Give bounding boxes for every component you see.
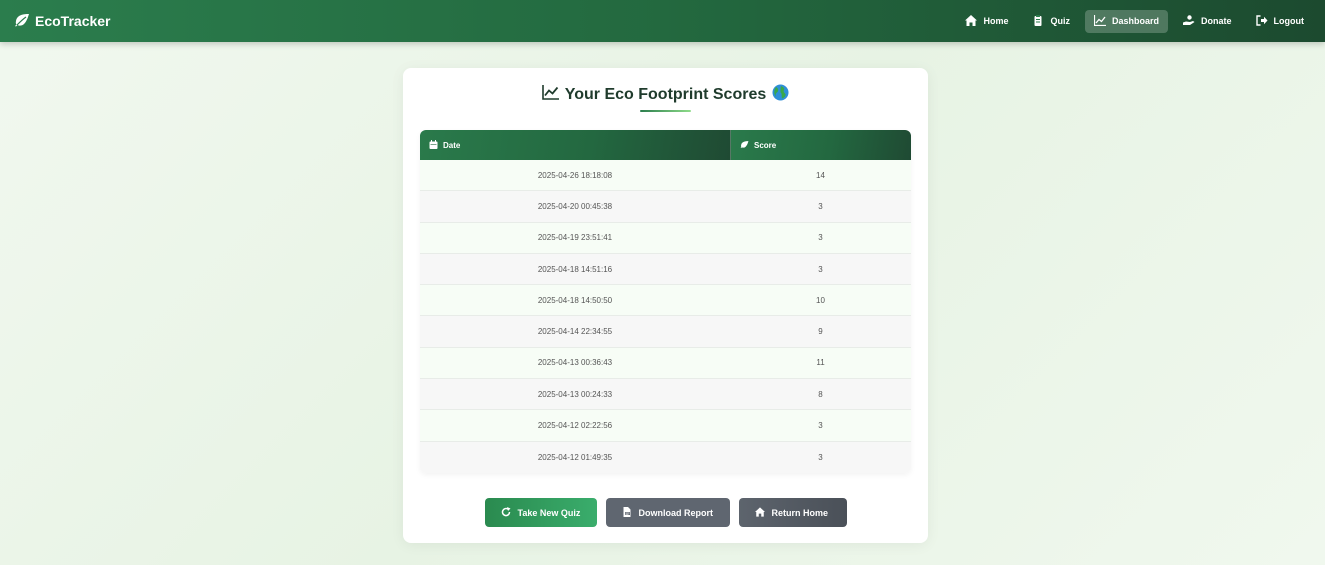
page-title-text: Your Eco Footprint Scores (564, 86, 767, 103)
nav-item-quiz[interactable]: Quiz (1023, 10, 1079, 33)
column-header-score: Score (730, 130, 911, 160)
nav-item-label: Dashboard (1111, 16, 1159, 26)
table-body: 2025-04-26 18:18:08 14 2025-04-20 00:45:… (420, 160, 911, 473)
table-row: 2025-04-13 00:36:43 11 (420, 347, 911, 380)
home-icon (965, 14, 978, 28)
nav-item-logout[interactable]: Logout (1247, 10, 1314, 33)
table-row: 2025-04-26 18:18:08 14 (420, 160, 911, 192)
cell-score: 3 (818, 201, 823, 211)
column-header-label: Date (443, 140, 461, 150)
nav-item-label: Quiz (1050, 16, 1070, 26)
cell-date: 2025-04-20 00:45:38 (537, 201, 613, 211)
take-new-quiz-button[interactable]: Take New Quiz (484, 498, 597, 527)
table-row: 2025-04-18 14:51:16 3 (420, 253, 911, 286)
cell-score: 3 (818, 264, 823, 274)
button-label: Take New Quiz (517, 507, 581, 518)
button-label: Return Home (771, 507, 829, 518)
table-row: 2025-04-14 22:34:55 9 (420, 316, 911, 348)
cell-date: 2025-04-12 02:22:56 (537, 421, 613, 431)
sign-out-icon (1255, 14, 1268, 28)
cell-date: 2025-04-12 01:49:35 (537, 452, 613, 462)
nav-item-dashboard[interactable]: Dashboard (1084, 9, 1168, 33)
scores-table: Date Score 2025-04-26 18:18:08 14 2025-0… (420, 130, 911, 473)
table-row: 2025-04-18 14:50:50 10 (420, 285, 911, 317)
nav-item-donate[interactable]: Donate (1174, 10, 1241, 33)
cell-score: 11 (816, 358, 825, 368)
table-header: Date Score (420, 130, 911, 160)
brand[interactable]: EcoTracker (14, 13, 111, 30)
title-underline (640, 110, 691, 112)
globe-icon (772, 84, 789, 106)
calendar-icon (429, 139, 438, 151)
cell-score: 9 (818, 327, 823, 337)
chart-line-icon (1093, 14, 1106, 28)
nav-menu: Home Quiz Dashboard Donate Logout (956, 9, 1314, 33)
column-header-date: Date (420, 130, 730, 160)
cell-date: 2025-04-13 00:36:43 (537, 358, 613, 368)
cell-score: 3 (818, 233, 823, 243)
cell-date: 2025-04-18 14:50:50 (537, 295, 613, 305)
table-row: 2025-04-12 01:49:35 3 (420, 441, 911, 473)
cell-date: 2025-04-18 14:51:16 (537, 264, 613, 274)
chart-line-icon (541, 85, 559, 105)
cell-date: 2025-04-26 18:18:08 (537, 170, 613, 180)
table-row: 2025-04-12 02:22:56 3 (420, 410, 911, 442)
column-header-label: Score (754, 140, 777, 150)
scores-card: Your Eco Footprint Scores Date Score 202… (403, 68, 928, 543)
button-label: Download Report (638, 507, 714, 518)
cell-score: 8 (818, 389, 823, 399)
file-pdf-icon (622, 506, 632, 519)
cell-score: 14 (816, 170, 825, 180)
hand-heart-icon (1182, 14, 1195, 28)
cell-score: 3 (818, 452, 823, 462)
page-title: Your Eco Footprint Scores (403, 84, 928, 106)
table-row: 2025-04-13 00:24:33 8 (420, 379, 911, 411)
return-home-button[interactable]: Return Home (738, 498, 847, 527)
nav-item-home[interactable]: Home (956, 10, 1017, 33)
nav-item-label: Home (983, 16, 1009, 26)
cell-date: 2025-04-14 22:34:55 (537, 327, 613, 337)
cell-date: 2025-04-13 00:24:33 (537, 389, 613, 399)
nav-item-label: Logout (1273, 16, 1305, 26)
leaf-icon (740, 140, 749, 151)
cell-score: 3 (818, 421, 823, 431)
action-buttons: Take New Quiz Download Report Return Hom… (403, 498, 928, 527)
cell-score: 10 (816, 295, 825, 305)
download-report-button[interactable]: Download Report (605, 498, 730, 527)
clipboard-icon (1032, 14, 1044, 28)
table-row: 2025-04-19 23:51:41 3 (420, 222, 911, 254)
nav-item-label: Donate (1200, 16, 1232, 26)
cell-date: 2025-04-19 23:51:41 (537, 233, 613, 243)
navbar: EcoTracker Home Quiz Dashboard Donate Lo… (0, 0, 1325, 42)
leaf-icon (14, 13, 30, 30)
home-icon (754, 506, 765, 519)
brand-name: EcoTracker (35, 13, 111, 29)
redo-icon (501, 506, 511, 519)
table-row: 2025-04-20 00:45:38 3 (420, 191, 911, 223)
